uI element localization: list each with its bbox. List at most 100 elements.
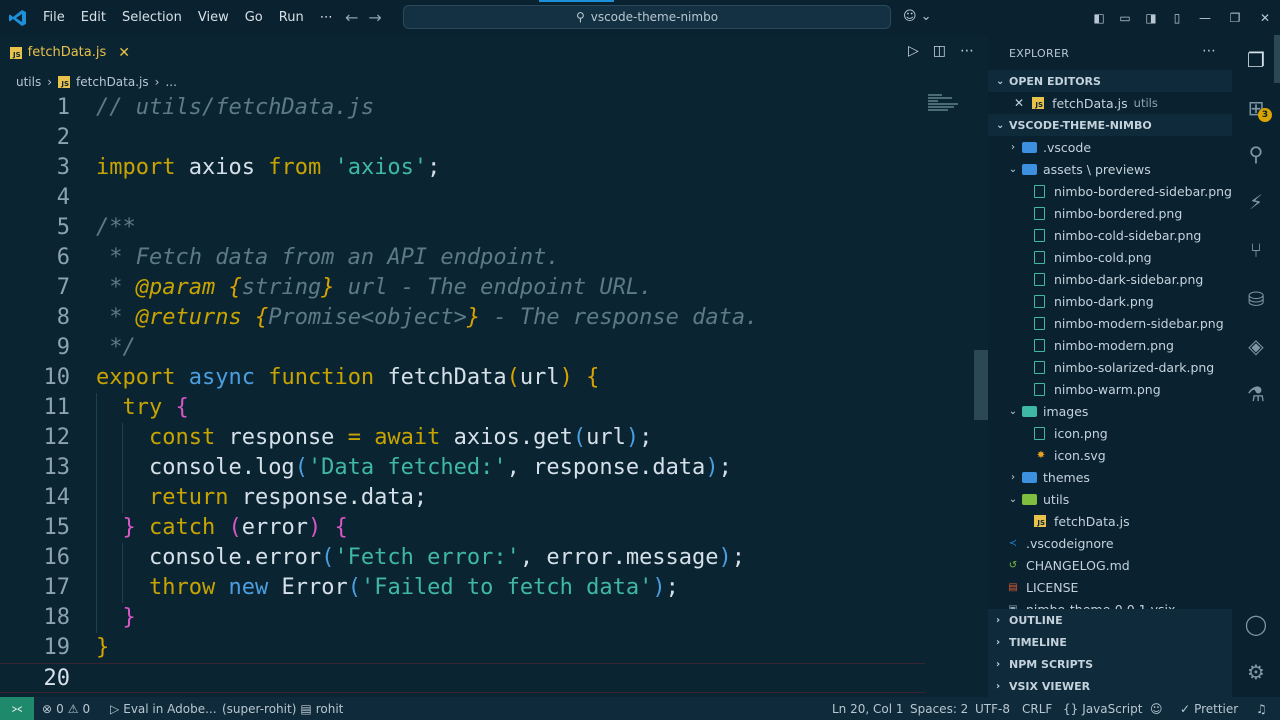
code-line[interactable]: 18 } — [0, 603, 925, 633]
tree-file[interactable]: nimbo-bordered-sidebar.png — [988, 180, 1232, 202]
tree-folder[interactable]: › themes — [988, 466, 1232, 488]
section-workspace[interactable]: ⌄ VSCODE-THEME-NIMBO — [988, 114, 1232, 136]
menu-go[interactable]: Go — [237, 10, 271, 25]
tree-file[interactable]: nimbo-cold-sidebar.png — [988, 224, 1232, 246]
toggle-primary-sidebar-icon[interactable]: ◧ — [1086, 11, 1112, 25]
split-editor-icon[interactable]: ◫ — [933, 43, 946, 59]
customize-layout-icon[interactable]: ▯ — [1164, 11, 1190, 25]
code-line[interactable]: 15 } catch (error) { — [0, 513, 925, 543]
close-tab-icon[interactable]: ✕ — [118, 45, 130, 61]
code-line[interactable]: 3 import axios from 'axios'; — [0, 153, 925, 183]
tree-file[interactable]: JS fetchData.js — [988, 510, 1232, 532]
code-line[interactable]: 2 — [0, 123, 925, 153]
code-line[interactable]: 10 export async function fetchData(url) { — [0, 363, 925, 393]
account-icon[interactable]: ◯ — [1244, 612, 1268, 636]
cursor-position[interactable]: Ln 20, Col 1 — [832, 697, 904, 720]
breadcrumb-folder[interactable]: utils — [16, 75, 41, 89]
code-line[interactable]: 4 — [0, 183, 925, 213]
tree-file[interactable]: ≺ .vscodeignore — [988, 532, 1232, 554]
database-icon[interactable]: ⛁ — [1244, 287, 1268, 311]
code-line[interactable]: 19} — [0, 633, 925, 663]
code-line[interactable]: 5 /** — [0, 213, 925, 243]
code-line[interactable]: 16 console.error('Fetch error:', error.m… — [0, 543, 925, 573]
tree-folder[interactable]: ⌄ utils — [988, 488, 1232, 510]
tree-folder[interactable]: ⌄ assets \ previews — [988, 158, 1232, 180]
tree-file[interactable]: nimbo-solarized-dark.png — [988, 356, 1232, 378]
search-icon[interactable]: ⚲ — [1244, 142, 1268, 166]
tab-fetchdata[interactable]: JS fetchData.js ✕ — [0, 35, 130, 70]
tree-file[interactable]: ✸ icon.svg — [988, 444, 1232, 466]
git-icon[interactable]: ⑂ — [1244, 238, 1268, 262]
section-outline[interactable]: › OUTLINE — [988, 609, 1232, 631]
tree-file[interactable]: icon.png — [988, 422, 1232, 444]
code-line[interactable]: 9 */ — [0, 333, 925, 363]
breadcrumb-file[interactable]: fetchData.js — [76, 75, 149, 89]
section-npm-scripts[interactable]: › NPM SCRIPTS — [988, 653, 1232, 675]
tree-file[interactable]: nimbo-modern.png — [988, 334, 1232, 356]
copilot-status-icon[interactable]: ☺ — [1150, 697, 1163, 720]
code-line[interactable]: 1 // utils/fetchData.js — [0, 93, 925, 123]
code-line[interactable]: 12 const response = await axios.get(url)… — [0, 423, 925, 453]
code-line[interactable]: 7 * @param {string} url - The endpoint U… — [0, 273, 925, 303]
run-debug-icon[interactable]: ⚡ — [1244, 190, 1268, 214]
notifications-icon[interactable]: ♫ — [1256, 697, 1267, 720]
testing-icon[interactable]: ⚗ — [1244, 382, 1268, 406]
indentation[interactable]: Spaces: 2 — [910, 697, 968, 720]
tree-file[interactable]: nimbo-cold.png — [988, 246, 1232, 268]
menu-file[interactable]: File — [35, 10, 73, 25]
command-center-search[interactable]: ⚲ vscode-theme-nimbo — [403, 0, 891, 29]
settings-gear-icon[interactable]: ⚙ — [1244, 660, 1268, 684]
explorer-icon[interactable]: ❐ — [1244, 48, 1268, 72]
more-actions-icon[interactable]: ⋯ — [960, 43, 974, 59]
copilot-icon[interactable]: ☺ ⌄ — [903, 9, 932, 24]
section-vsix-viewer[interactable]: › VSIX VIEWER — [988, 675, 1232, 697]
menu-run[interactable]: Run — [271, 10, 312, 25]
explorer-more-icon[interactable]: ⋯ — [1202, 43, 1216, 59]
code-line[interactable]: 8 * @returns {Promise<object>} - The res… — [0, 303, 925, 333]
code-line[interactable]: 13 console.log('Data fetched:', response… — [0, 453, 925, 483]
language-mode[interactable]: {} JavaScript — [1063, 697, 1142, 720]
menu-edit[interactable]: Edit — [73, 10, 114, 25]
problems-indicator[interactable]: ⊗ 0 ⚠ 0 — [42, 697, 90, 720]
close-editor-icon[interactable]: ✕ — [1014, 96, 1024, 110]
tree-file[interactable]: ↺ CHANGELOG.md — [988, 554, 1232, 576]
tree-folder[interactable]: ⌄ images — [988, 400, 1232, 422]
prettier-item[interactable]: ✓ Prettier — [1180, 697, 1238, 720]
toggle-panel-icon[interactable]: ▭ — [1112, 11, 1138, 25]
breadcrumb-symbol[interactable]: ... — [165, 75, 176, 89]
section-open-editors[interactable]: ⌄ OPEN EDITORS — [988, 70, 1232, 92]
run-icon[interactable]: ▷ — [908, 43, 919, 59]
minimize-icon[interactable]: — — [1190, 11, 1220, 25]
code-line[interactable]: 11 try { — [0, 393, 925, 423]
vscode-logo-icon[interactable] — [8, 8, 28, 28]
close-window-icon[interactable]: ✕ — [1250, 11, 1280, 25]
section-timeline[interactable]: › TIMELINE — [988, 631, 1232, 653]
menu-view[interactable]: View — [190, 10, 237, 25]
forward-arrow-icon[interactable]: → — [368, 8, 381, 27]
layers-icon[interactable]: ◈ — [1244, 334, 1268, 358]
tree-file[interactable]: nimbo-warm.png — [988, 378, 1232, 400]
tree-file[interactable]: ▤ LICENSE — [988, 576, 1232, 598]
window-scrollbar[interactable] — [1274, 35, 1280, 83]
tree-file[interactable]: nimbo-bordered.png — [988, 202, 1232, 224]
minimap[interactable] — [928, 93, 964, 115]
eval-item[interactable]: ▷ Eval in Adobe... — [110, 697, 217, 720]
branch-item[interactable]: (super-rohit) ▤ rohit — [222, 697, 343, 720]
end-of-line[interactable]: CRLF — [1022, 697, 1052, 720]
toggle-secondary-sidebar-icon[interactable]: ◨ — [1138, 11, 1164, 25]
tree-file[interactable]: nimbo-dark-sidebar.png — [988, 268, 1232, 290]
remote-icon[interactable]: ⪥ — [0, 697, 34, 720]
tree-folder[interactable]: › .vscode — [988, 136, 1232, 158]
encoding[interactable]: UTF-8 — [975, 697, 1010, 720]
code-line[interactable]: 17 throw new Error('Failed to fetch data… — [0, 573, 925, 603]
menu-selection[interactable]: Selection — [114, 10, 190, 25]
restore-icon[interactable]: ❐ — [1220, 11, 1250, 25]
back-arrow-icon[interactable]: ← — [345, 8, 358, 27]
menu-more[interactable]: ⋯ — [312, 10, 341, 25]
editor-scrollbar[interactable] — [974, 350, 988, 420]
code-line[interactable]: 6 * Fetch data from an API endpoint. — [0, 243, 925, 273]
code-editor[interactable]: 1 // utils/fetchData.js 2 3 import axios fro… — [0, 93, 925, 693]
code-line[interactable]: 20 — [0, 663, 925, 693]
tree-file[interactable]: nimbo-modern-sidebar.png — [988, 312, 1232, 334]
code-line[interactable]: 14 return response.data; — [0, 483, 925, 513]
